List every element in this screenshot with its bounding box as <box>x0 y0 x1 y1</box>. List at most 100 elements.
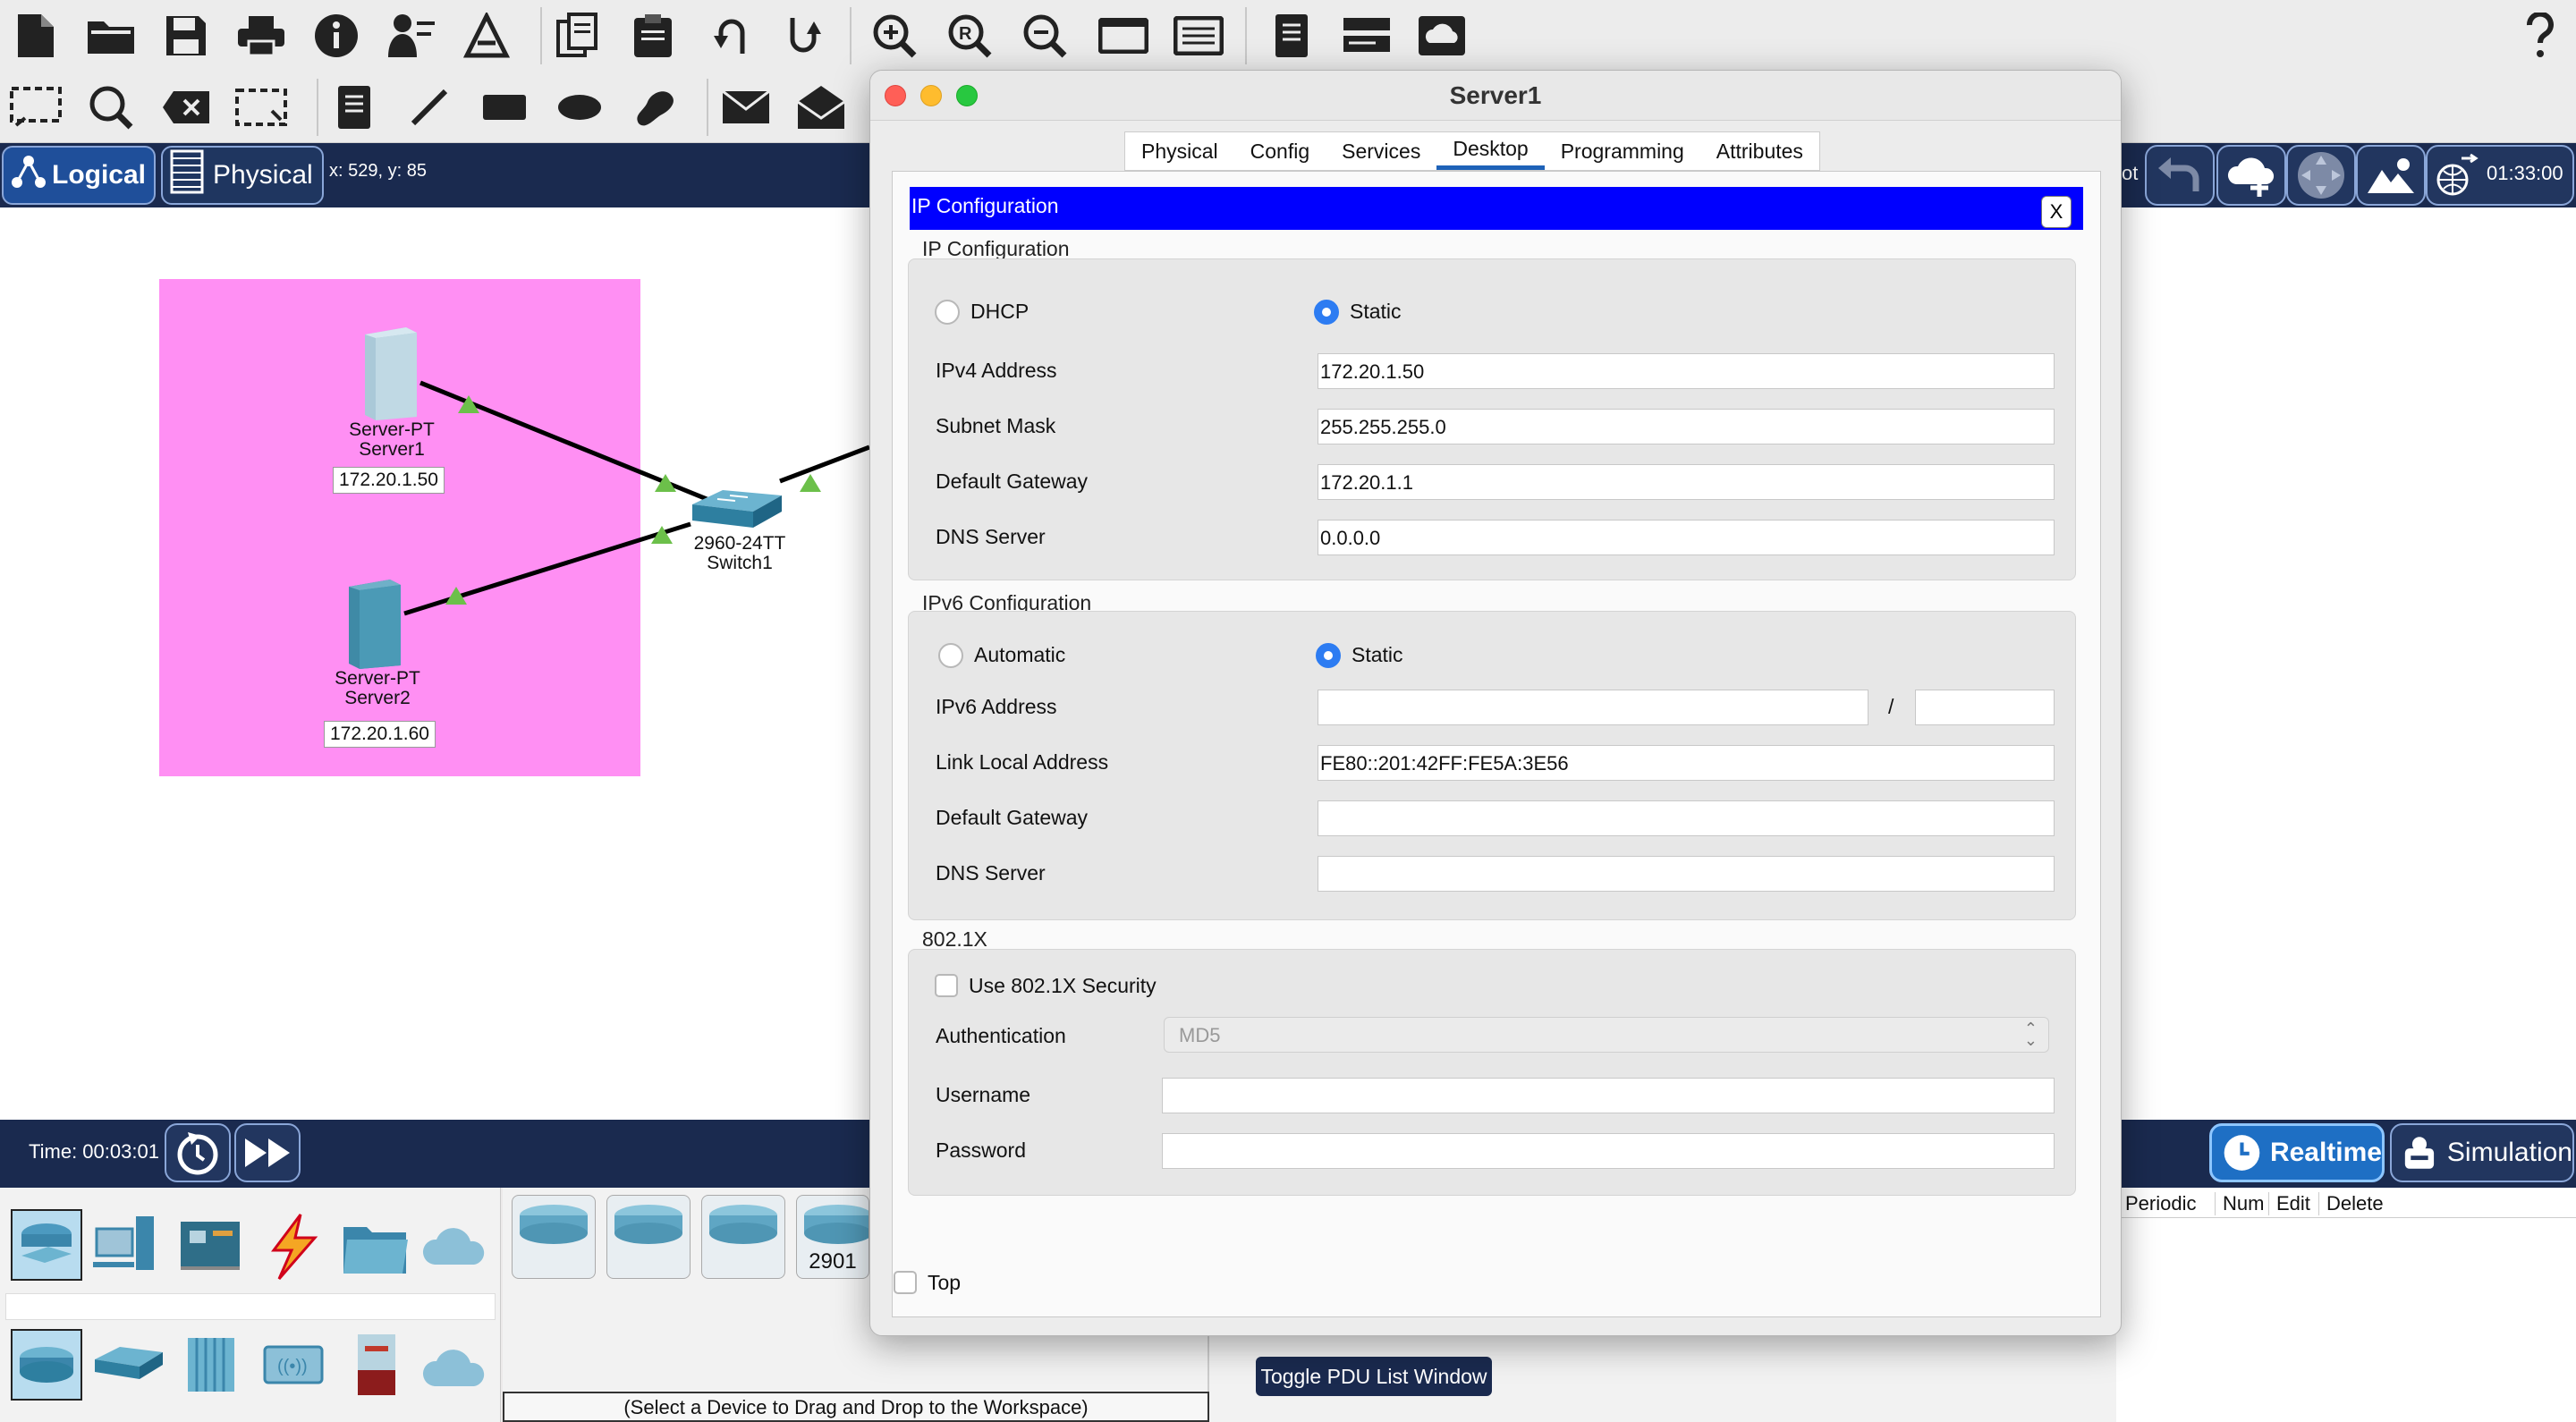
use-8021x-checkbox[interactable] <box>935 974 958 997</box>
redo-icon[interactable] <box>775 7 832 64</box>
ip-configuration-close-button[interactable]: X <box>2041 196 2072 228</box>
connections-category-icon[interactable] <box>258 1211 329 1287</box>
logical-topology-icon <box>11 154 47 197</box>
open-folder-icon[interactable] <box>82 7 140 64</box>
always-on-top-checkbox[interactable] <box>894 1271 917 1294</box>
print-icon[interactable] <box>233 7 290 64</box>
router-model-tile[interactable]: 4331 <box>512 1195 660 1279</box>
routers-subcategory-icon[interactable] <box>11 1329 82 1401</box>
rack-device-icon[interactable] <box>1338 7 1395 64</box>
tab-attributes[interactable]: Attributes <box>1700 132 1819 170</box>
window-title: Server1 <box>1449 81 1542 109</box>
ipv4-static-radio[interactable] <box>1314 300 1339 325</box>
dot1x-section-title: 802.1X <box>922 927 987 951</box>
security-subcategory-icon[interactable] <box>340 1331 411 1403</box>
fast-forward-time-button[interactable] <box>234 1123 301 1182</box>
power-cycle-devices-button[interactable] <box>165 1123 231 1182</box>
tab-services[interactable]: Services <box>1326 132 1436 170</box>
ipv4-gateway-field[interactable]: 172.20.1.1 <box>1318 464 2055 500</box>
custom-device-icon[interactable] <box>458 7 515 64</box>
activity-wizard-icon[interactable] <box>383 7 440 64</box>
save-icon[interactable] <box>157 7 215 64</box>
zoom-out-icon[interactable] <box>1016 7 1073 64</box>
server1-device-icon[interactable] <box>361 326 420 427</box>
link-local-address-field[interactable]: FE80::201:42FF:FE5A:3E56 <box>1318 745 2055 781</box>
wireless-devices-subcategory-icon[interactable]: ((•)) <box>258 1338 329 1396</box>
pdu-column-num[interactable]: Num <box>2215 1192 2264 1215</box>
undo-icon[interactable] <box>703 7 760 64</box>
ipv4-dns-field[interactable]: 0.0.0.0 <box>1318 520 2055 555</box>
ipv6-gateway-field[interactable] <box>1318 800 2055 836</box>
copy-icon[interactable] <box>549 7 606 64</box>
router-model-tile[interactable]: 4321 <box>606 1195 755 1279</box>
inspect-icon[interactable] <box>82 79 140 136</box>
rectangle-icon[interactable] <box>476 79 533 136</box>
simulation-label: Simulation <box>2446 1138 2572 1167</box>
components-category-icon[interactable] <box>175 1213 247 1285</box>
simple-pdu-icon[interactable] <box>717 79 775 136</box>
cloud-device-icon[interactable] <box>1413 7 1470 64</box>
subnet-mask-field[interactable]: 255.255.255.0 <box>1318 409 2055 444</box>
move-object-icon[interactable] <box>2286 145 2356 206</box>
help-icon[interactable] <box>2512 7 2569 64</box>
pdu-column-delete[interactable]: Delete <box>2318 1192 2384 1215</box>
note-icon[interactable] <box>326 79 383 136</box>
ipv4-address-field[interactable]: 172.20.1.50 <box>1318 353 2055 389</box>
new-file-icon[interactable] <box>7 7 64 64</box>
password-field[interactable] <box>1162 1133 2055 1169</box>
end-devices-category-icon[interactable] <box>93 1211 165 1287</box>
switches-subcategory-icon[interactable] <box>93 1340 165 1394</box>
paste-icon[interactable] <box>624 7 682 64</box>
use-8021x-label: Use 802.1X Security <box>969 974 1157 997</box>
ipv6-address-field[interactable] <box>1318 690 1868 725</box>
set-background-icon[interactable] <box>2356 145 2426 206</box>
notes-icon[interactable] <box>1263 7 1320 64</box>
draw-line-icon[interactable] <box>401 79 458 136</box>
ipv6-static-radio[interactable] <box>1316 643 1341 668</box>
router-model-tile[interactable]: 2901 <box>796 1195 869 1279</box>
ipv4-address-label: IPv4 Address <box>936 359 1057 382</box>
miscellaneous-category-icon[interactable] <box>340 1215 411 1283</box>
switch1-device-icon[interactable] <box>691 488 784 536</box>
realtime-mode-button[interactable]: Realtime <box>2209 1123 2385 1182</box>
custom-device-dialog-icon[interactable] <box>1170 7 1227 64</box>
ipv6-dns-field[interactable] <box>1318 856 2055 892</box>
pdu-column-periodic[interactable]: Periodic <box>2125 1192 2196 1215</box>
info-icon[interactable] <box>308 7 365 64</box>
dhcp-radio[interactable] <box>935 300 960 325</box>
window-titlebar[interactable]: Server1 <box>870 71 2121 121</box>
zoom-in-icon[interactable] <box>866 7 923 64</box>
delete-icon[interactable] <box>157 79 215 136</box>
select-icon[interactable] <box>7 79 64 136</box>
resize-icon[interactable] <box>233 79 290 136</box>
freeform-icon[interactable] <box>626 79 683 136</box>
tab-config[interactable]: Config <box>1234 132 1326 170</box>
hubs-subcategory-icon[interactable] <box>175 1333 247 1401</box>
new-cluster-icon[interactable] <box>2216 145 2286 206</box>
wan-emulation-subcategory-icon[interactable] <box>420 1340 492 1398</box>
link-server2-switch1 <box>403 521 691 616</box>
physical-view-button[interactable]: Physical <box>161 146 324 205</box>
zoom-reset-icon[interactable]: R <box>941 7 998 64</box>
logical-view-button[interactable]: Logical <box>2 146 156 205</box>
network-devices-category-icon[interactable] <box>11 1209 82 1281</box>
pdu-column-edit[interactable]: Edit <box>2268 1192 2310 1215</box>
server2-device-icon[interactable] <box>345 578 404 675</box>
tab-desktop[interactable]: Desktop <box>1436 132 1545 170</box>
ipv6-prefix-length-field[interactable] <box>1915 690 2055 725</box>
ipv6-automatic-radio[interactable] <box>938 643 963 668</box>
back-button[interactable] <box>2145 145 2215 206</box>
simulation-mode-button[interactable]: Simulation <box>2390 1123 2574 1182</box>
tab-physical[interactable]: Physical <box>1125 132 1234 170</box>
username-field[interactable] <box>1162 1078 2055 1113</box>
multiuser-connection-category-icon[interactable] <box>420 1216 492 1278</box>
tab-programming[interactable]: Programming <box>1545 132 1700 170</box>
router-model-tile[interactable]: 1941 <box>701 1195 850 1279</box>
server1-ip-note[interactable]: 172.20.1.50 <box>333 467 445 494</box>
toggle-pdu-list-button[interactable]: Toggle PDU List Window <box>1256 1357 1492 1396</box>
ellipse-icon[interactable] <box>551 79 608 136</box>
palette-window-icon[interactable] <box>1095 7 1152 64</box>
server2-ip-note[interactable]: 172.20.1.60 <box>324 721 436 748</box>
complex-pdu-icon[interactable] <box>792 79 850 136</box>
authentication-select[interactable]: MD5 ⌃ ⌄ <box>1164 1017 2049 1053</box>
